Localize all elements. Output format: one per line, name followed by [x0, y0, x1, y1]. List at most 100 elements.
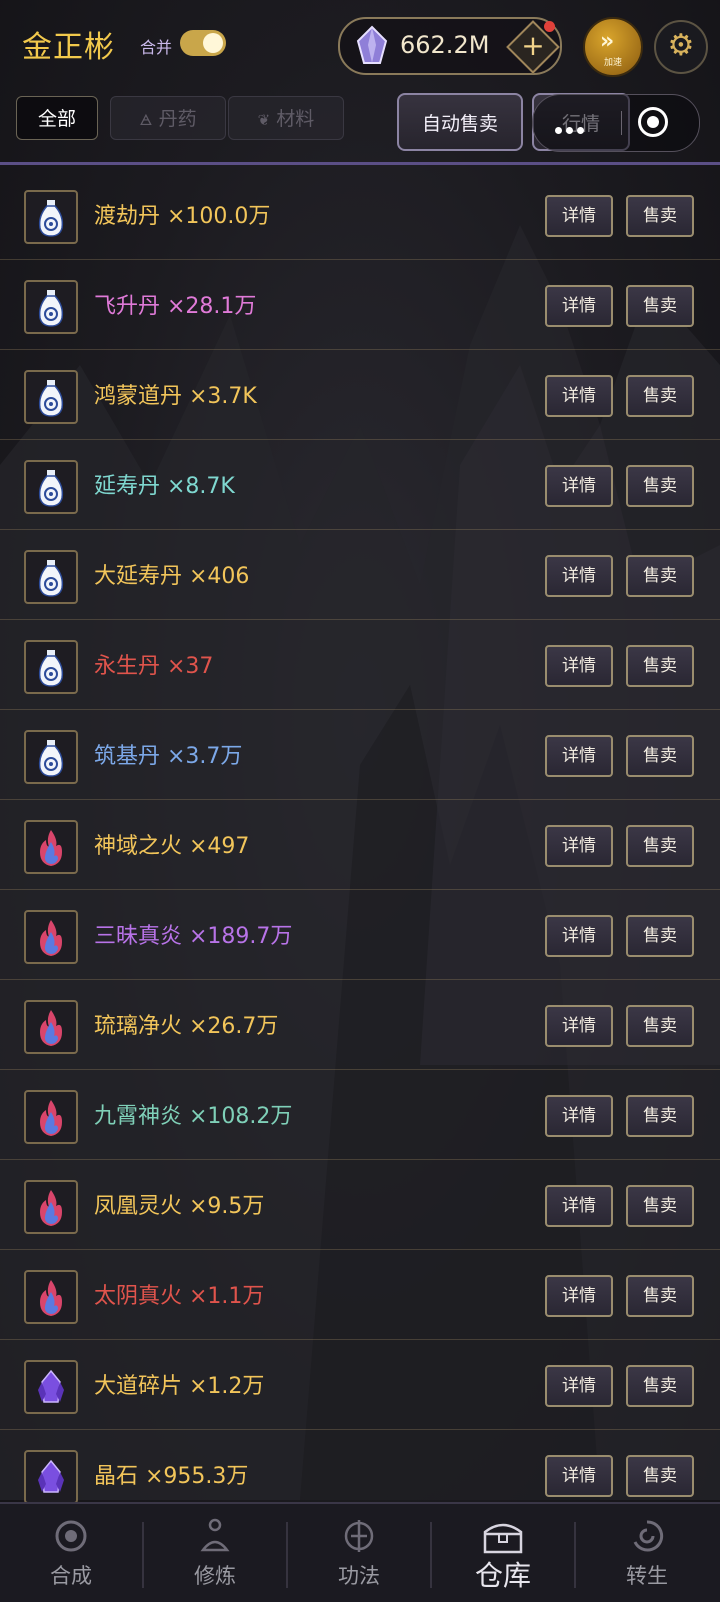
more-menu-icon[interactable] [555, 119, 595, 134]
list-top-divider [0, 162, 720, 165]
filter-pills-label: 丹药 [158, 108, 197, 130]
sell-button[interactable]: 售卖 [626, 1455, 694, 1497]
list-item: 筑基丹 ×3.7万 详情 售卖 [0, 710, 720, 800]
detail-button[interactable]: 详情 [545, 1095, 613, 1137]
item-label: 大道碎片 ×1.2万 [94, 1374, 265, 1399]
filter-bar: 全部 🜁 丹药 ❦ 材料 自动售卖 行情 [0, 90, 720, 160]
vase-icon [24, 550, 78, 604]
item-label: 晶石 ×955.3万 [94, 1464, 249, 1489]
rebirth-icon [633, 1520, 664, 1552]
nav-synthesis[interactable]: 合成 [0, 1504, 142, 1602]
list-item: 神域之火 ×497 详情 售卖 [0, 800, 720, 890]
item-label: 飞升丹 ×28.1万 [94, 294, 257, 319]
bottom-nav: 合成 修炼 功法 仓库 转生 [0, 1502, 720, 1602]
sell-button[interactable]: 售卖 [626, 735, 694, 777]
filter-materials-button[interactable]: ❦ 材料 [228, 96, 344, 140]
vase-icon [24, 460, 78, 514]
vase-icon [24, 730, 78, 784]
meditation-icon [200, 1518, 230, 1552]
flame-icon [24, 910, 78, 964]
list-item: 鸿蒙道丹 ×3.7K 详情 售卖 [0, 350, 720, 440]
notification-dot [544, 21, 555, 32]
flame-icon [24, 1180, 78, 1234]
item-label: 大延寿丹 ×406 [94, 564, 250, 589]
currency-display: 662.2M + [338, 17, 562, 75]
settings-button[interactable]: ⚙ [654, 20, 708, 74]
item-label: 九霄神炎 ×108.2万 [94, 1104, 293, 1129]
detail-button[interactable]: 详情 [545, 1365, 613, 1407]
detail-button[interactable]: 详情 [545, 1005, 613, 1047]
sell-button[interactable]: 售卖 [626, 1095, 694, 1137]
list-item: 九霄神炎 ×108.2万 详情 售卖 [0, 1070, 720, 1160]
detail-button[interactable]: 详情 [545, 1185, 613, 1227]
sell-button[interactable]: 售卖 [626, 195, 694, 237]
close-target-icon[interactable] [638, 107, 668, 137]
detail-button[interactable]: 详情 [545, 645, 613, 687]
detail-button[interactable]: 详情 [545, 1455, 613, 1497]
list-item: 永生丹 ×37 详情 售卖 [0, 620, 720, 710]
list-item: 飞升丹 ×28.1万 详情 售卖 [0, 260, 720, 350]
list-item: 延寿丹 ×8.7K 详情 售卖 [0, 440, 720, 530]
list-item: 大延寿丹 ×406 详情 售卖 [0, 530, 720, 620]
detail-button[interactable]: 详情 [545, 735, 613, 777]
toggle-knob [203, 33, 223, 53]
nav-technique[interactable]: 功法 [288, 1504, 430, 1602]
crystal-icon [24, 1360, 78, 1414]
top-bar: 金正彬 合并 662.2M + » 加速 ⚙ [0, 0, 720, 90]
chest-icon [483, 1523, 523, 1554]
detail-button[interactable]: 详情 [545, 465, 613, 507]
detail-button[interactable]: 详情 [545, 1275, 613, 1317]
detail-button[interactable]: 详情 [545, 375, 613, 417]
sell-button[interactable]: 售卖 [626, 285, 694, 327]
sell-button[interactable]: 售卖 [626, 375, 694, 417]
vase-icon [24, 640, 78, 694]
detail-button[interactable]: 详情 [545, 825, 613, 867]
item-label: 渡劫丹 ×100.0万 [94, 204, 271, 229]
crystal-icon [24, 1450, 78, 1504]
nav-label: 合成 [50, 1564, 92, 1588]
auto-sell-button[interactable]: 自动售卖 [397, 93, 523, 151]
currency-value: 662.2M [400, 31, 490, 59]
mini-program-capsule [532, 94, 700, 152]
sell-button[interactable]: 售卖 [626, 465, 694, 507]
sell-button[interactable]: 售卖 [626, 1185, 694, 1227]
vase-icon [24, 190, 78, 244]
plus-icon: + [521, 29, 545, 62]
item-label: 三昧真炎 ×189.7万 [94, 924, 293, 949]
filter-materials-label: 材料 [276, 108, 315, 130]
item-label: 凤凰灵火 ×9.5万 [94, 1194, 265, 1219]
nav-warehouse[interactable]: 仓库 [432, 1504, 574, 1602]
detail-button[interactable]: 详情 [545, 195, 613, 237]
detail-button[interactable]: 详情 [545, 915, 613, 957]
merge-toggle[interactable] [180, 30, 226, 56]
flame-icon [24, 820, 78, 874]
speed-up-button[interactable]: » 加速 [583, 17, 643, 77]
capsule-divider [621, 111, 622, 135]
nav-cultivate[interactable]: 修炼 [144, 1504, 286, 1602]
item-label: 太阴真火 ×1.1万 [94, 1284, 265, 1309]
sell-button[interactable]: 售卖 [626, 555, 694, 597]
speed-up-label: 加速 [603, 58, 622, 68]
detail-button[interactable]: 详情 [545, 555, 613, 597]
synthesis-icon [55, 1520, 87, 1552]
nav-rebirth[interactable]: 转生 [576, 1504, 718, 1602]
sell-button[interactable]: 售卖 [626, 915, 694, 957]
flame-icon [24, 1090, 78, 1144]
sell-button[interactable]: 售卖 [626, 645, 694, 687]
list-item: 琉璃净火 ×26.7万 详情 售卖 [0, 980, 720, 1070]
filter-pills-button[interactable]: 🜁 丹药 [110, 96, 226, 140]
nav-label: 仓库 [474, 1559, 531, 1592]
detail-button[interactable]: 详情 [545, 285, 613, 327]
vase-icon [24, 280, 78, 334]
filter-all-button[interactable]: 全部 [16, 96, 98, 140]
flame-icon [24, 1000, 78, 1054]
sell-button[interactable]: 售卖 [626, 1365, 694, 1407]
merge-label: 合并 [140, 38, 173, 57]
sell-button[interactable]: 售卖 [626, 1005, 694, 1047]
sell-button[interactable]: 售卖 [626, 825, 694, 867]
list-item: 三昧真炎 ×189.7万 详情 售卖 [0, 890, 720, 980]
technique-icon [344, 1520, 374, 1552]
crystal-icon [356, 25, 388, 64]
sell-button[interactable]: 售卖 [626, 1275, 694, 1317]
item-list: 渡劫丹 ×100.0万 详情 售卖 飞升丹 ×28.1万 详情 售卖 鸿蒙道丹 … [0, 170, 720, 1520]
